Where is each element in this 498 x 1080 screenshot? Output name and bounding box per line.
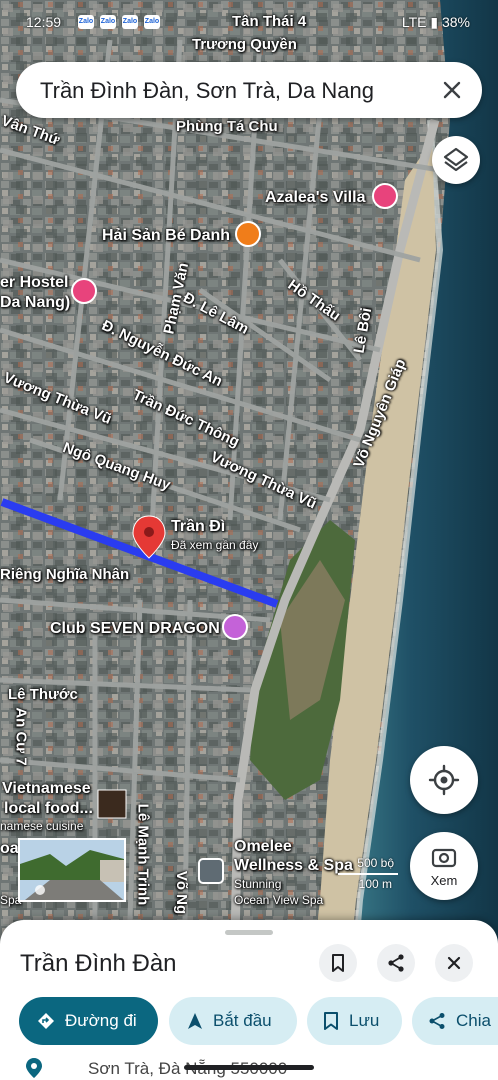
place-bottom-sheet[interactable]: Trần Đình Đàn Đường đi Bắt đầu Lưu Chia … [0,920,498,1080]
search-box[interactable]: Trần Đình Đàn, Sơn Trà, Da Nang [16,62,482,118]
street-label: Riêng Nghĩa Nhân [0,566,130,583]
bookmark-icon [324,1012,338,1030]
share-button[interactable]: Chia [412,997,498,1045]
zalo-icon: Zalo [122,15,138,29]
close-icon[interactable] [438,76,466,104]
directions-icon [38,1013,54,1029]
share-label: Chia [456,1011,491,1030]
poi-label: local food... [4,800,93,817]
scale-meters: 100 m [358,877,392,891]
street-view-photo [20,840,124,900]
poi-label[interactable]: Club SEVEN DRAGON [50,620,220,638]
poi-label[interactable]: Hải Sản Bé Danh [102,227,230,245]
poi-label: Da Nang) [0,294,71,311]
zalo-icon: Zalo [78,15,94,29]
map-canvas[interactable]: 12:59 Zalo Zalo Zalo Zalo LTE ▮ 38% Tân … [0,0,498,1080]
my-location-icon [428,764,460,796]
restaurant-icon[interactable] [235,221,261,247]
scale-feet: 500 bộ [357,856,394,870]
xem-button[interactable]: Xem [410,832,478,900]
street-view-thumbnail[interactable] [18,838,126,902]
street-label: Tân Thái 4 [232,13,307,30]
poi-label: Wellness & Spa [234,857,353,874]
share-icon-button[interactable] [377,944,415,982]
save-icon-button[interactable] [319,944,357,982]
selected-place-label[interactable]: Trần Đì [171,518,225,536]
bookmark-icon [332,954,344,972]
poi-label[interactable]: Omelee [234,838,292,856]
save-label: Lưu [349,1011,380,1030]
close-sheet-button[interactable] [435,944,473,982]
poi-label[interactable]: Azalea's Villa [265,189,365,207]
my-location-button[interactable] [410,746,478,814]
directions-label: Đường đi [65,1011,137,1030]
gesture-nav-bar[interactable] [184,1065,314,1070]
street-label: An Cư 7 [12,707,30,766]
street-label: Phùng Tá Chu [176,118,278,135]
recently-viewed-note: Đã xem gần đây [171,538,259,552]
poi-category: Stunning [234,877,282,891]
hotel-icon[interactable] [71,278,97,304]
scale-bar [338,873,398,875]
poi-label[interactable]: er Hostel [0,274,68,292]
map-scale: 500 bộ 100 m [338,856,398,892]
poi-category: namese cuisine [0,819,84,833]
street-label: Lê Mạnh Trinh [134,803,152,906]
directions-button[interactable]: Đường đi [19,997,158,1045]
start-button[interactable]: Bắt đầu [169,997,297,1045]
street-label: Võ Ng [173,870,191,915]
save-button[interactable]: Lưu [307,997,402,1045]
place-icon[interactable] [198,858,224,884]
poi-category: Ocean View Spa [234,893,324,907]
share-icon [429,1013,445,1029]
sheet-drag-handle[interactable] [225,930,273,935]
restaurant-photo-marker[interactable] [97,789,127,819]
poi-label: oa [0,840,19,857]
poi-label[interactable]: Vietnamese [2,780,91,798]
layers-icon [443,147,469,172]
zalo-icon: Zalo [144,15,160,29]
place-title: Trần Đình Đàn [20,950,177,977]
location-pin-icon [26,1058,42,1078]
action-chips: Đường đi Bắt đầu Lưu Chia [19,997,498,1045]
xem-label: Xem [430,873,458,888]
layers-button[interactable] [432,136,480,184]
status-time: 12:59 [26,14,62,30]
status-signal-battery: LTE ▮ 38% [401,14,470,30]
nightlife-icon[interactable] [222,614,248,640]
navigation-icon [188,1013,202,1029]
hotel-icon[interactable] [372,183,398,209]
notification-icons: Zalo Zalo Zalo Zalo [78,15,160,29]
start-label: Bắt đầu [213,1011,272,1030]
street-label: Trương Quyền [192,36,297,53]
zalo-icon: Zalo [100,15,116,29]
close-icon [447,956,461,970]
search-query[interactable]: Trần Đình Đàn, Sơn Trà, Da Nang [40,78,374,104]
share-icon [388,954,404,972]
street-label: Lê Thước [8,686,78,703]
